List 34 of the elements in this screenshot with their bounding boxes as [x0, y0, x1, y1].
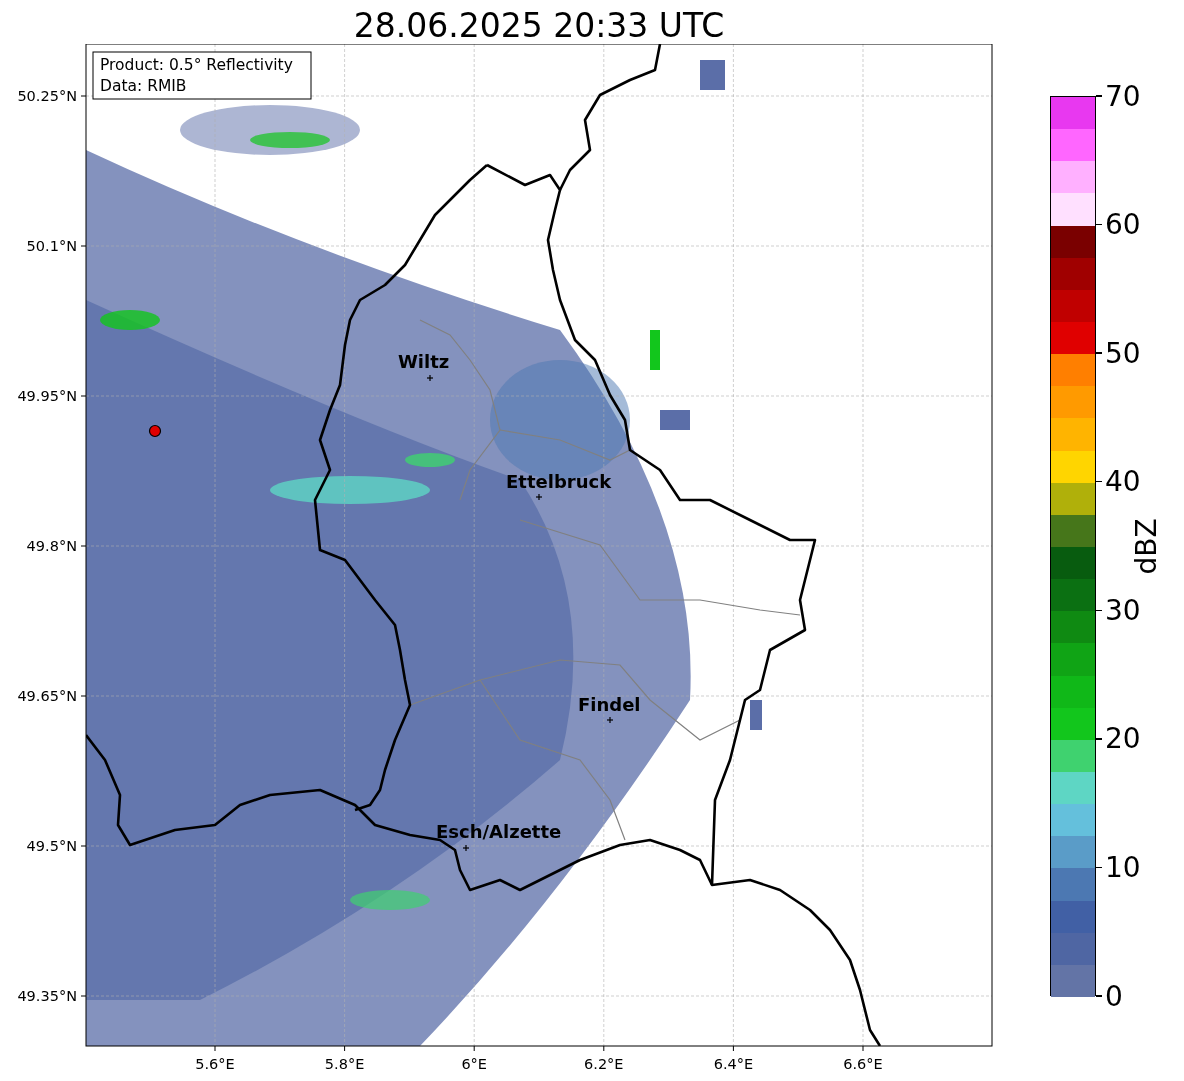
city-label: Ettelbruck	[506, 471, 612, 492]
city-label: Findel	[578, 694, 641, 715]
x-tick-label: 6.4°E	[713, 1056, 754, 1072]
info-text: Data: RMIB	[100, 77, 187, 95]
city-marker-icon	[426, 374, 434, 382]
city-label: Esch/Alzette	[436, 821, 562, 842]
info-text: Product: 0.5° Reflectivity	[100, 56, 293, 74]
y-tick-label: 50.1°N	[26, 238, 77, 254]
colorbar-tick-label: 0	[1105, 979, 1123, 1013]
colorbar-tick-label: 10	[1105, 850, 1141, 884]
y-tick-label: 49.35°N	[17, 988, 77, 1004]
city-marker-icon	[535, 493, 543, 501]
colorbar-label: dBZ	[1129, 518, 1163, 575]
x-tick-label: 5.8°E	[324, 1056, 365, 1072]
colorbar-tick-label: 40	[1105, 465, 1141, 499]
x-tick-label: 6.6°E	[843, 1056, 883, 1072]
y-tick-label: 50.25°N	[17, 88, 77, 104]
city-marker-icon	[606, 716, 614, 724]
colorbar-tick-label: 50	[1105, 336, 1141, 370]
city-marker-icon	[462, 844, 470, 852]
y-tick-label: 49.8°N	[26, 538, 77, 554]
x-tick-label: 6.2°E	[584, 1056, 624, 1072]
radar-site-icon	[148, 424, 162, 438]
colorbar-tick-label: 20	[1105, 722, 1141, 756]
chart-title: 28.06.2025 20:33 UTC	[352, 5, 726, 44]
colorbar-tick-label: 30	[1105, 593, 1141, 627]
y-tick-label: 49.65°N	[17, 688, 77, 704]
x-tick-label: 5.6°E	[195, 1056, 235, 1072]
y-tick-label: 49.95°N	[17, 388, 77, 404]
city-label: Wiltz	[398, 351, 450, 372]
x-tick-label: 6°E	[461, 1056, 487, 1072]
colorbar-tick-label: 60	[1105, 208, 1141, 242]
colorbar-tick-label: 70	[1105, 79, 1141, 113]
y-tick-label: 49.5°N	[26, 838, 77, 854]
